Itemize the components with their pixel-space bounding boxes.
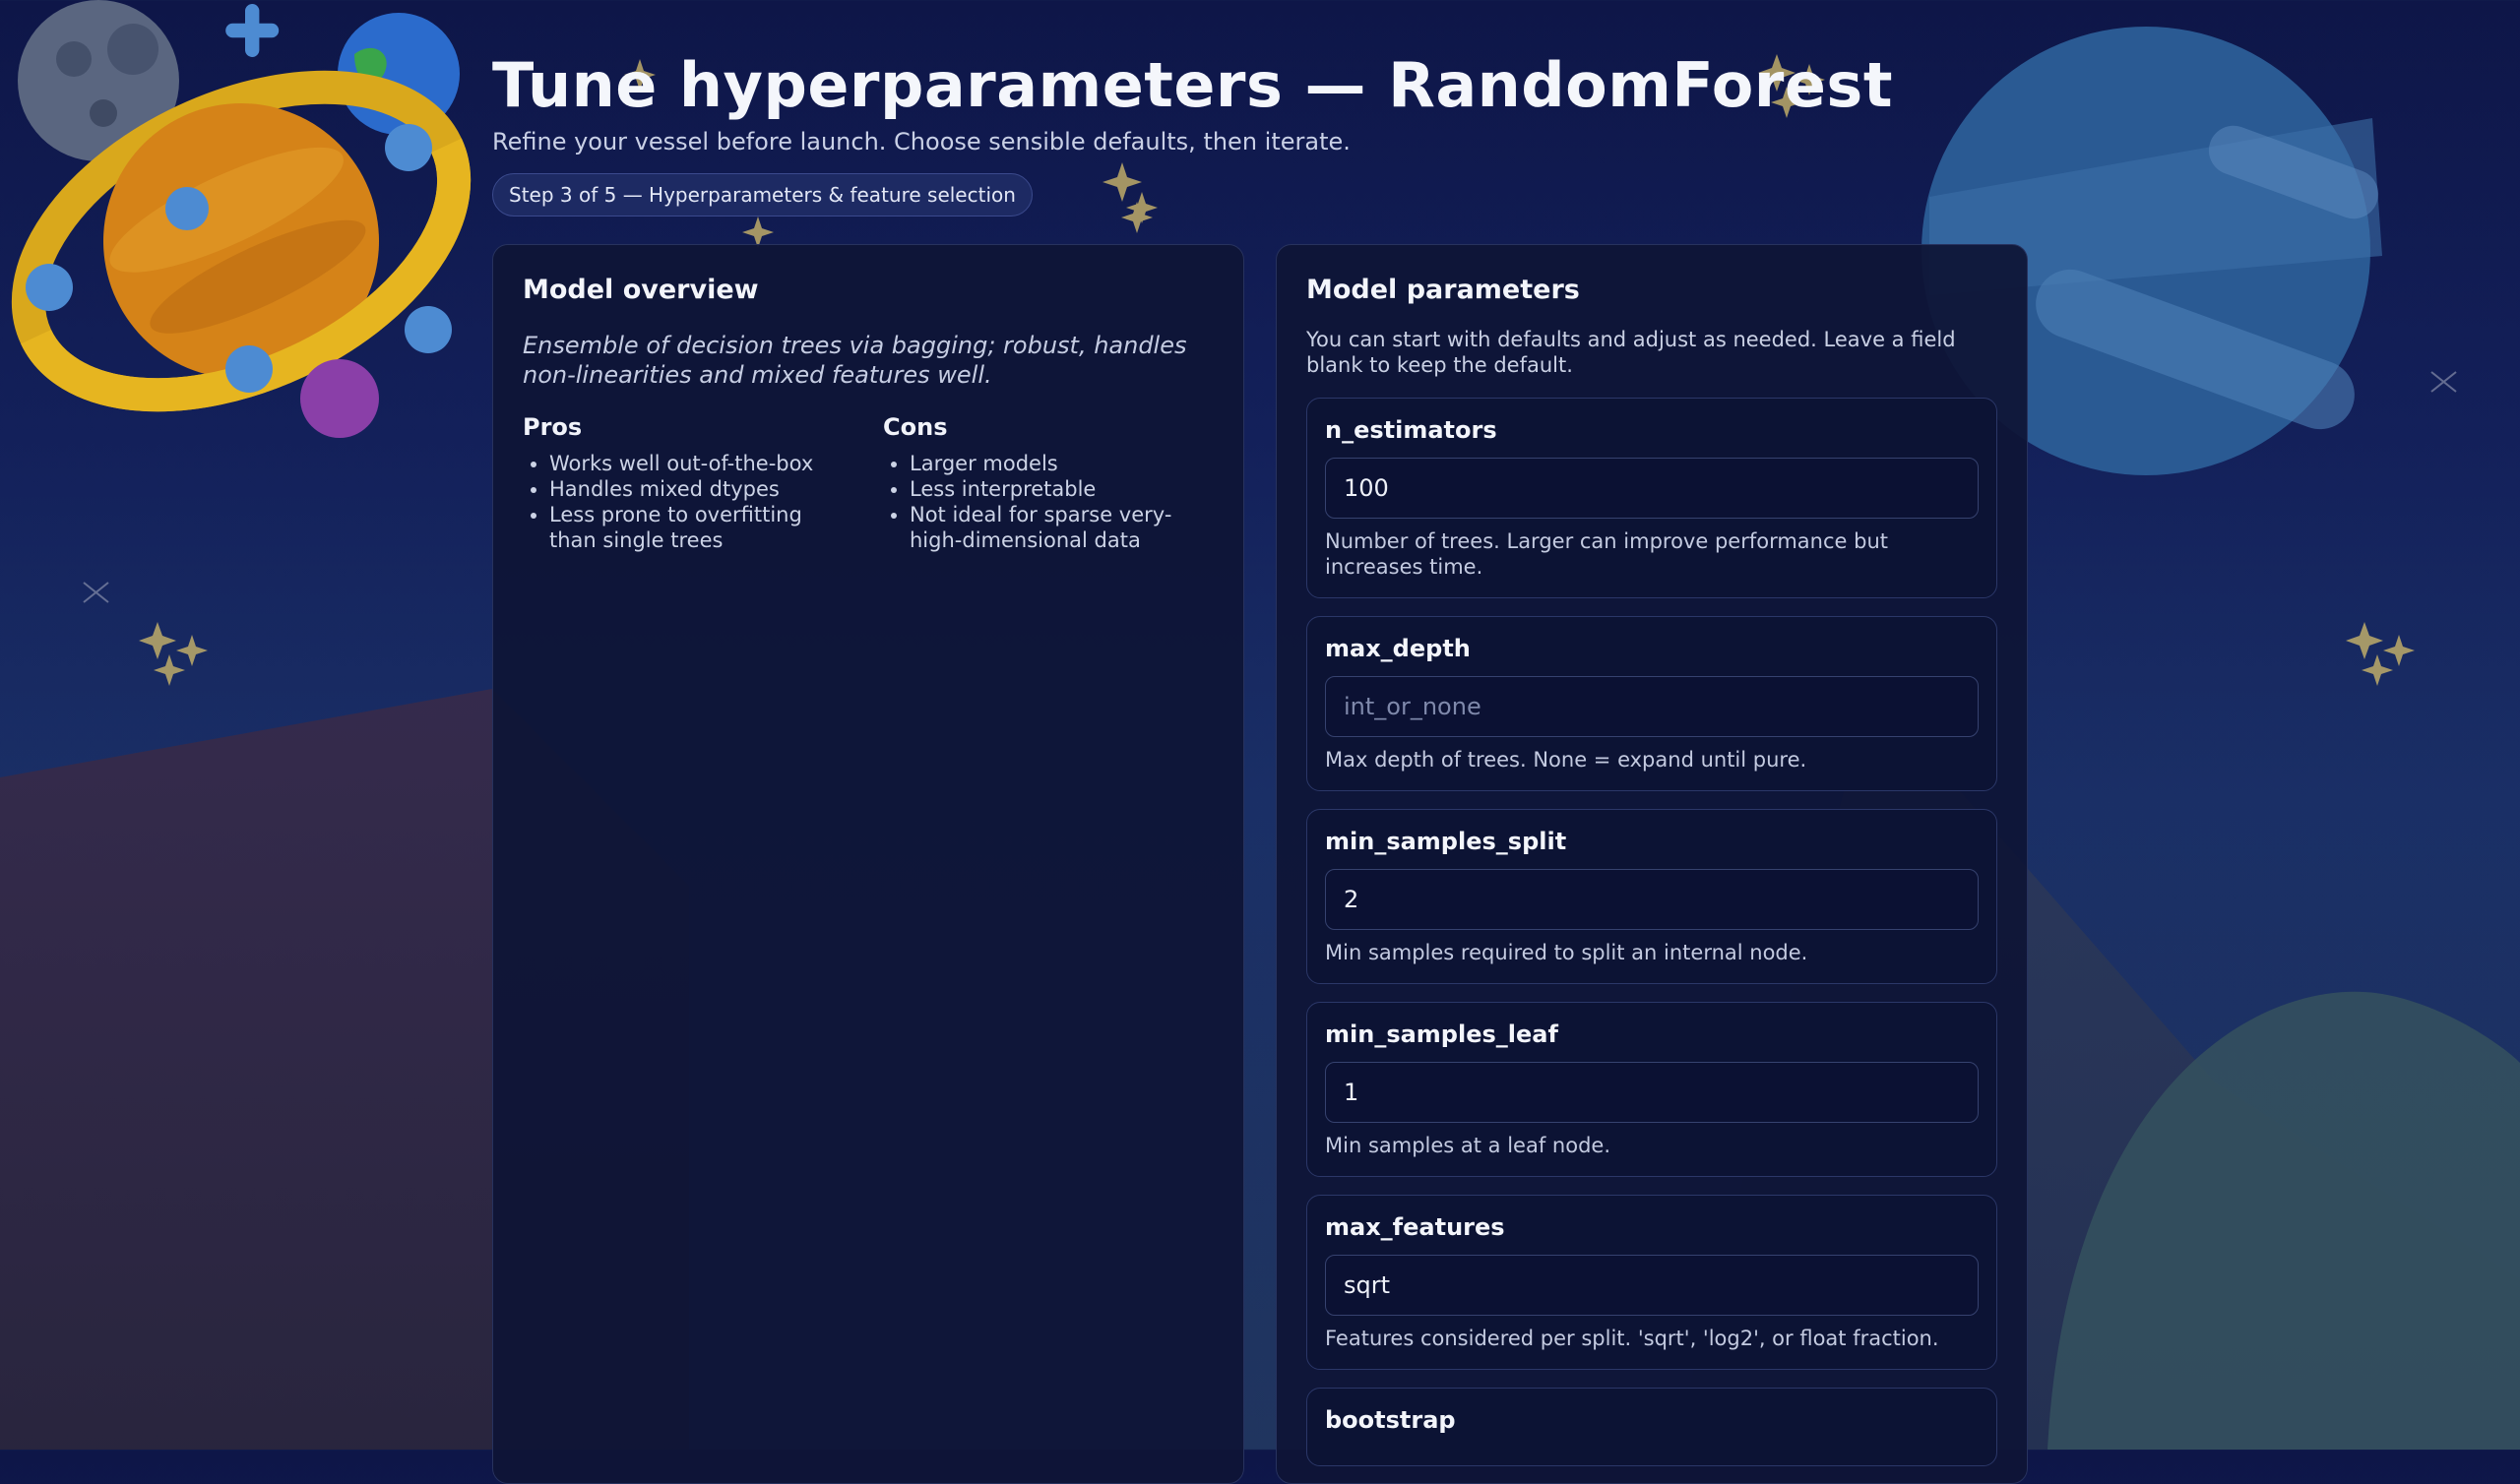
pros-item: Works well out-of-the-box xyxy=(549,451,853,476)
cons-item: Not ideal for sparse very-high-dimension… xyxy=(910,502,1214,553)
param-min-samples-leaf: min_samples_leaf Min samples at a leaf n… xyxy=(1306,1002,1997,1177)
cons-list: Larger models Less interpretable Not ide… xyxy=(883,451,1214,553)
param-n-estimators: n_estimators Number of trees. Larger can… xyxy=(1306,398,1997,598)
cons-item: Larger models xyxy=(910,451,1214,476)
param-max-features: max_features Features considered per spl… xyxy=(1306,1195,1997,1370)
purple-moon-icon xyxy=(300,359,379,438)
min-samples-split-input[interactable] xyxy=(1325,869,1979,930)
param-help: Max depth of trees. None = expand until … xyxy=(1325,748,1807,772)
space-scene xyxy=(0,0,2520,1450)
parameters-intro: You can start with defaults and adjust a… xyxy=(1306,328,1956,377)
model-description: Ensemble of decision trees via bagging; … xyxy=(523,332,1187,389)
n-estimators-input[interactable] xyxy=(1325,458,1979,519)
page-title: Tune hyperparameters — RandomForest xyxy=(492,49,1893,121)
param-label: min_samples_split xyxy=(1325,828,1567,855)
model-parameters-card: Model parameters You can start with defa… xyxy=(1276,244,2028,1484)
pros-column: Pros Works well out-of-the-box Handles m… xyxy=(523,413,853,553)
param-bootstrap: bootstrap xyxy=(1306,1388,1997,1466)
pros-cons: Pros Works well out-of-the-box Handles m… xyxy=(523,413,1214,553)
cons-item: Less interpretable xyxy=(910,476,1214,502)
param-label: bootstrap xyxy=(1325,1406,1456,1434)
min-samples-leaf-input[interactable] xyxy=(1325,1062,1979,1123)
overview-heading: Model overview xyxy=(523,275,759,305)
param-label: min_samples_leaf xyxy=(1325,1020,1558,1048)
param-label: n_estimators xyxy=(1325,416,1497,444)
pros-item: Handles mixed dtypes xyxy=(549,476,853,502)
param-label: max_features xyxy=(1325,1213,1505,1241)
max-depth-input[interactable] xyxy=(1325,676,1979,737)
pros-heading: Pros xyxy=(523,413,583,441)
cons-column: Cons Larger models Less interpretable No… xyxy=(883,413,1214,553)
cons-heading: Cons xyxy=(883,413,948,441)
param-min-samples-split: min_samples_split Min samples required t… xyxy=(1306,809,1997,984)
parameters-heading: Model parameters xyxy=(1306,275,1580,305)
step-badge: Step 3 of 5 — Hyperparameters & feature … xyxy=(492,173,1033,216)
param-help: Features considered per split. 'sqrt', '… xyxy=(1325,1327,1939,1350)
param-label: max_depth xyxy=(1325,635,1471,662)
model-overview-card: Model overview Ensemble of decision tree… xyxy=(492,244,1244,1484)
param-help: Min samples required to split an interna… xyxy=(1325,941,1808,964)
param-help: Min samples at a leaf node. xyxy=(1325,1134,1611,1157)
param-max-depth: max_depth Max depth of trees. None = exp… xyxy=(1306,616,1997,791)
space-background xyxy=(0,0,2520,1450)
max-features-input[interactable] xyxy=(1325,1255,1979,1316)
pros-list: Works well out-of-the-box Handles mixed … xyxy=(523,451,853,553)
pros-item: Less prone to overfitting than single tr… xyxy=(549,502,853,553)
page-subtitle: Refine your vessel before launch. Choose… xyxy=(492,128,1351,155)
param-help: Number of trees. Larger can improve perf… xyxy=(1325,529,1888,579)
